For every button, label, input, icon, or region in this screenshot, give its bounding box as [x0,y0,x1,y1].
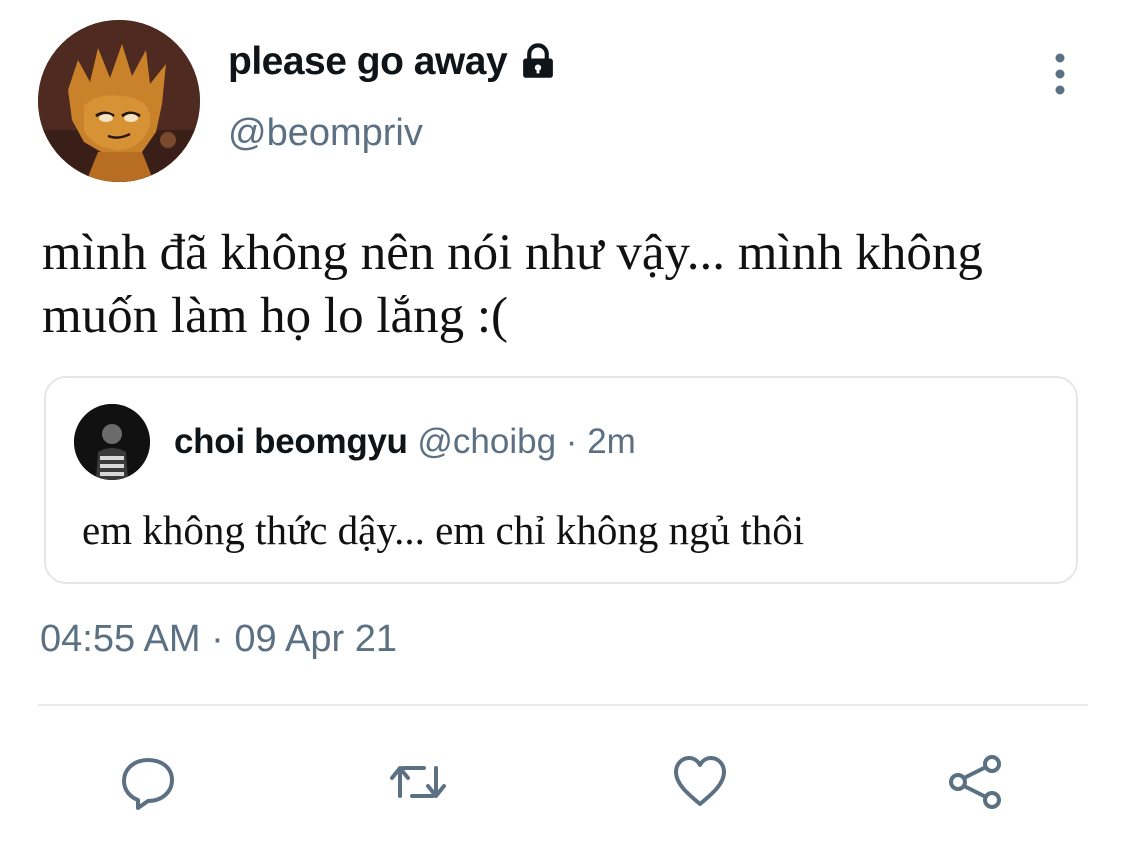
share-icon [949,755,1001,809]
tweet-text: mình đã không nên nói như vậy... mình kh… [42,225,983,344]
lock-icon [517,41,559,83]
more-options-icon[interactable] [1040,50,1080,98]
quoted-tweet-header: choi beomgyu @choibg · 2m [174,422,636,462]
quoted-tweet-text: em không thức dậy... em chỉ không ngủ th… [82,507,805,553]
quoted-author-avatar[interactable] [74,404,150,480]
like-button[interactable] [668,750,732,814]
heart-icon [674,756,726,806]
cartoon-girl-avatar-icon [38,20,200,182]
retweet-icon [390,766,446,798]
reply-button[interactable] [116,750,180,814]
quoted-separator: · [565,422,578,461]
tweet-timestamp[interactable]: 04:55 AM · 09 Apr 21 [40,618,397,661]
person-avatar-icon [74,404,150,480]
author-display-name[interactable]: please go away [228,40,559,84]
divider [38,704,1088,706]
quoted-handle[interactable]: @choibg [417,422,556,461]
reply-icon [122,758,174,810]
author-handle[interactable]: @beompriv [228,112,423,155]
share-button[interactable] [944,750,1008,814]
quoted-tweet-card[interactable]: choi beomgyu @choibg · 2m em không thức … [44,376,1078,584]
quoted-time-ago: 2m [587,422,636,461]
tweet: please go away @beompriv mình đã không n… [0,0,1125,847]
author-avatar[interactable] [38,20,200,182]
retweet-button[interactable] [386,750,450,814]
quoted-display-name[interactable]: choi beomgyu [174,422,408,461]
display-name-text: please go away [228,40,508,83]
